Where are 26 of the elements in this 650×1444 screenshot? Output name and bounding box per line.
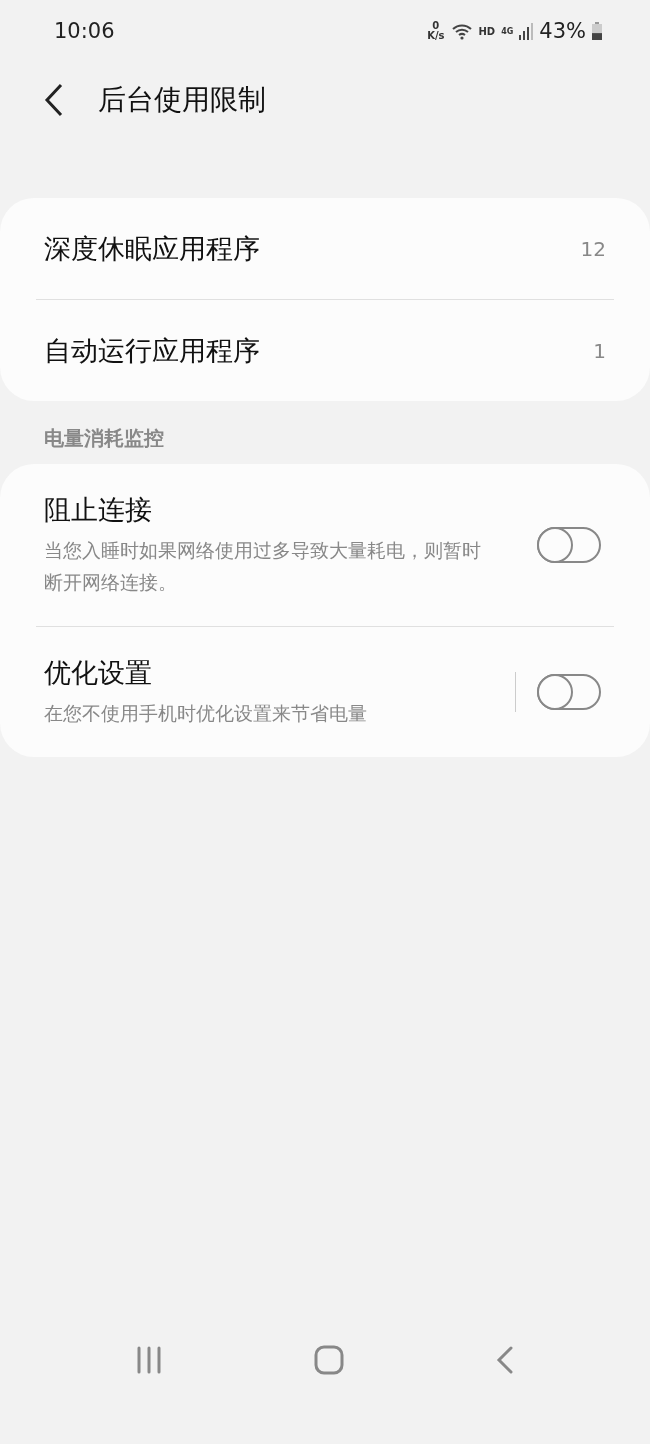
setting-title: 阻止连接 xyxy=(44,493,153,527)
battery-icon xyxy=(592,22,602,40)
section-header: 电量消耗监控 xyxy=(43,425,165,452)
item-label: 深度休眠应用程序 xyxy=(44,231,261,266)
toggle-switch[interactable] xyxy=(536,673,602,711)
wifi-icon xyxy=(450,22,473,40)
item-count: 1 xyxy=(593,338,606,363)
item-count: 12 xyxy=(580,236,606,261)
setting-description: 当您入睡时如果网络使用过多导致大量耗电，则暂时断开网络连接。 xyxy=(44,538,482,595)
home-button[interactable] xyxy=(314,1345,344,1375)
signal-icon xyxy=(519,22,534,40)
list-item[interactable]: 自动运行应用程序 1 xyxy=(0,300,650,401)
battery-percent: 43% xyxy=(539,19,586,43)
hd-label: HD xyxy=(478,25,496,37)
item-label: 自动运行应用程序 xyxy=(44,333,261,368)
page-title: 后台使用限制 xyxy=(98,82,266,118)
setting-title: 优化设置 xyxy=(44,656,153,690)
speed-unit: K/s xyxy=(427,31,445,41)
list-item[interactable]: 深度休眠应用程序 12 xyxy=(0,198,650,299)
speed-value: 0 xyxy=(432,21,440,31)
back-nav-button[interactable] xyxy=(494,1345,515,1375)
setting-description: 在您不使用手机时优化设置来节省电量 xyxy=(44,701,368,726)
network-label: 4G xyxy=(501,26,514,36)
status-time: 10:06 xyxy=(54,19,115,43)
toggle-switch[interactable] xyxy=(536,526,602,564)
recents-button[interactable] xyxy=(135,1346,164,1374)
